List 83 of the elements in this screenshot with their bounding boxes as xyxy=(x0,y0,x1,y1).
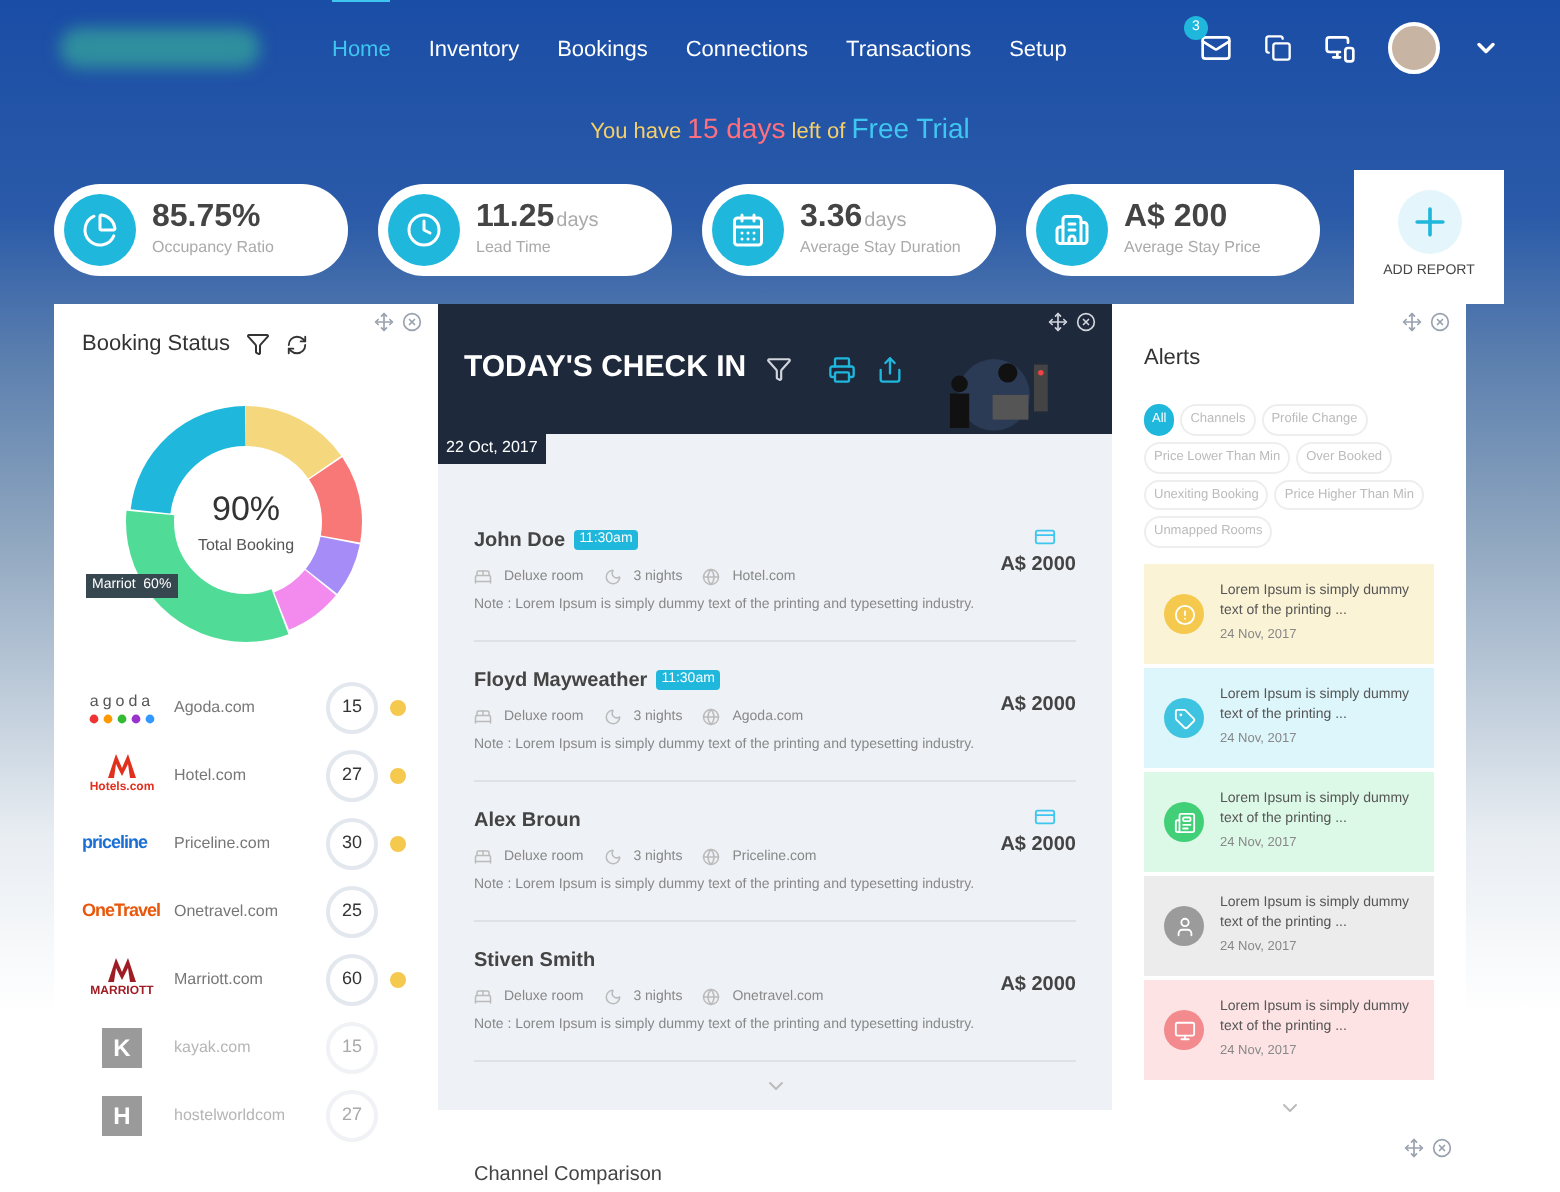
close-icon[interactable] xyxy=(1076,312,1096,332)
stat-unit: days xyxy=(864,208,907,236)
price: A$ 2000 xyxy=(1000,691,1076,719)
stat-label: Occupancy Ratio xyxy=(152,236,274,260)
moon-icon xyxy=(603,568,622,587)
card-title: Booking Status xyxy=(82,330,230,360)
dots-icon xyxy=(88,714,156,724)
nav-link[interactable]: Home xyxy=(332,0,391,99)
moon-icon xyxy=(603,988,622,1007)
stat-value: 11.25 xyxy=(476,200,555,236)
nav-link[interactable]: Transactions xyxy=(846,0,972,99)
monitor-icon[interactable] xyxy=(1324,32,1356,64)
refresh-icon[interactable] xyxy=(286,333,308,356)
price: A$ 2000 xyxy=(1000,831,1076,859)
channel-name: hostelworldcom xyxy=(174,1103,288,1127)
alert-icon xyxy=(1164,594,1204,634)
logo-mark-icon xyxy=(106,956,138,984)
stat-icon xyxy=(712,194,784,266)
logo-text: OneTravel xyxy=(82,897,162,924)
price: A$ 2000 xyxy=(1000,971,1076,999)
globe-icon xyxy=(702,708,721,727)
trial-message: You have 15 days left of Free Trial xyxy=(588,110,972,148)
stat-value: A$ 200 xyxy=(1124,200,1228,236)
globe-icon xyxy=(702,568,721,587)
channel-name: Priceline.com xyxy=(174,831,273,855)
donut-label: Total Booking xyxy=(197,534,295,559)
stat-label: Average Stay Duration xyxy=(800,236,961,260)
stat-unit: days xyxy=(556,208,599,236)
document-icon xyxy=(1164,802,1204,842)
stat-icon xyxy=(1036,194,1108,266)
logo-text: agoda xyxy=(89,690,155,714)
stat-icon xyxy=(64,194,136,266)
move-icon[interactable] xyxy=(1048,312,1068,332)
nav-link[interactable]: Connections xyxy=(685,0,809,99)
stat-icon xyxy=(388,194,460,266)
user-icon xyxy=(1164,906,1204,946)
price: A$ 2000 xyxy=(1000,551,1076,579)
channel-count: 27 xyxy=(326,1089,378,1141)
tag-icon xyxy=(1164,698,1204,738)
channel-name: Marriott.com xyxy=(174,967,265,991)
guest-name: Stiven Smith xyxy=(474,947,596,975)
mail-icon[interactable] xyxy=(1200,32,1232,64)
moon-icon xyxy=(603,708,622,727)
share-icon[interactable] xyxy=(876,355,905,383)
channel-count: 30 xyxy=(326,817,378,869)
card-title: Alerts xyxy=(1144,346,1201,370)
card-title: Channel Comparison xyxy=(474,1164,662,1186)
moon-icon xyxy=(603,848,622,867)
print-icon[interactable] xyxy=(828,355,857,383)
globe-icon xyxy=(702,848,721,867)
nav-link[interactable]: Inventory xyxy=(428,0,520,99)
channel-name: Agoda.com xyxy=(174,695,257,719)
stat-label: Lead Time xyxy=(476,236,553,260)
nav-link[interactable]: Setup xyxy=(1009,0,1067,99)
logo-tile: K xyxy=(102,1027,142,1067)
channel-count: 27 xyxy=(326,749,378,801)
channel-name: Hotel.com xyxy=(174,763,249,787)
channel-count: 25 xyxy=(326,885,378,937)
bed-icon xyxy=(474,848,492,867)
channel-count: 60 xyxy=(326,953,378,1005)
guest-name: Floyd Mayweather xyxy=(474,667,648,695)
donut-value: 90% xyxy=(211,487,281,532)
guest-name: Alex Broun xyxy=(474,807,581,835)
stat-value: 85.75% xyxy=(152,200,261,236)
nav-link[interactable]: Bookings xyxy=(557,0,648,99)
bed-icon xyxy=(474,568,492,587)
channel-name: kayak.com xyxy=(174,1035,253,1059)
logo-text: priceline xyxy=(82,829,150,856)
stat-value: 3.36 xyxy=(800,200,863,236)
logo-tile: H xyxy=(102,1095,142,1135)
copy-icon[interactable] xyxy=(1264,34,1292,62)
filter-icon[interactable] xyxy=(246,332,270,357)
guest-name: John Doe xyxy=(474,527,566,555)
card-title: TODAY'S CHECK IN xyxy=(464,348,747,389)
bed-icon xyxy=(474,708,492,727)
bed-icon xyxy=(474,988,492,1007)
stat-label: Average Stay Price xyxy=(1124,236,1261,260)
channel-name: Onetravel.com xyxy=(174,899,281,923)
logo-mark-icon xyxy=(106,752,138,780)
plus-icon xyxy=(1397,190,1461,255)
channel-count: 15 xyxy=(326,1021,378,1073)
channel-count: 15 xyxy=(326,681,378,733)
globe-icon xyxy=(702,988,721,1007)
